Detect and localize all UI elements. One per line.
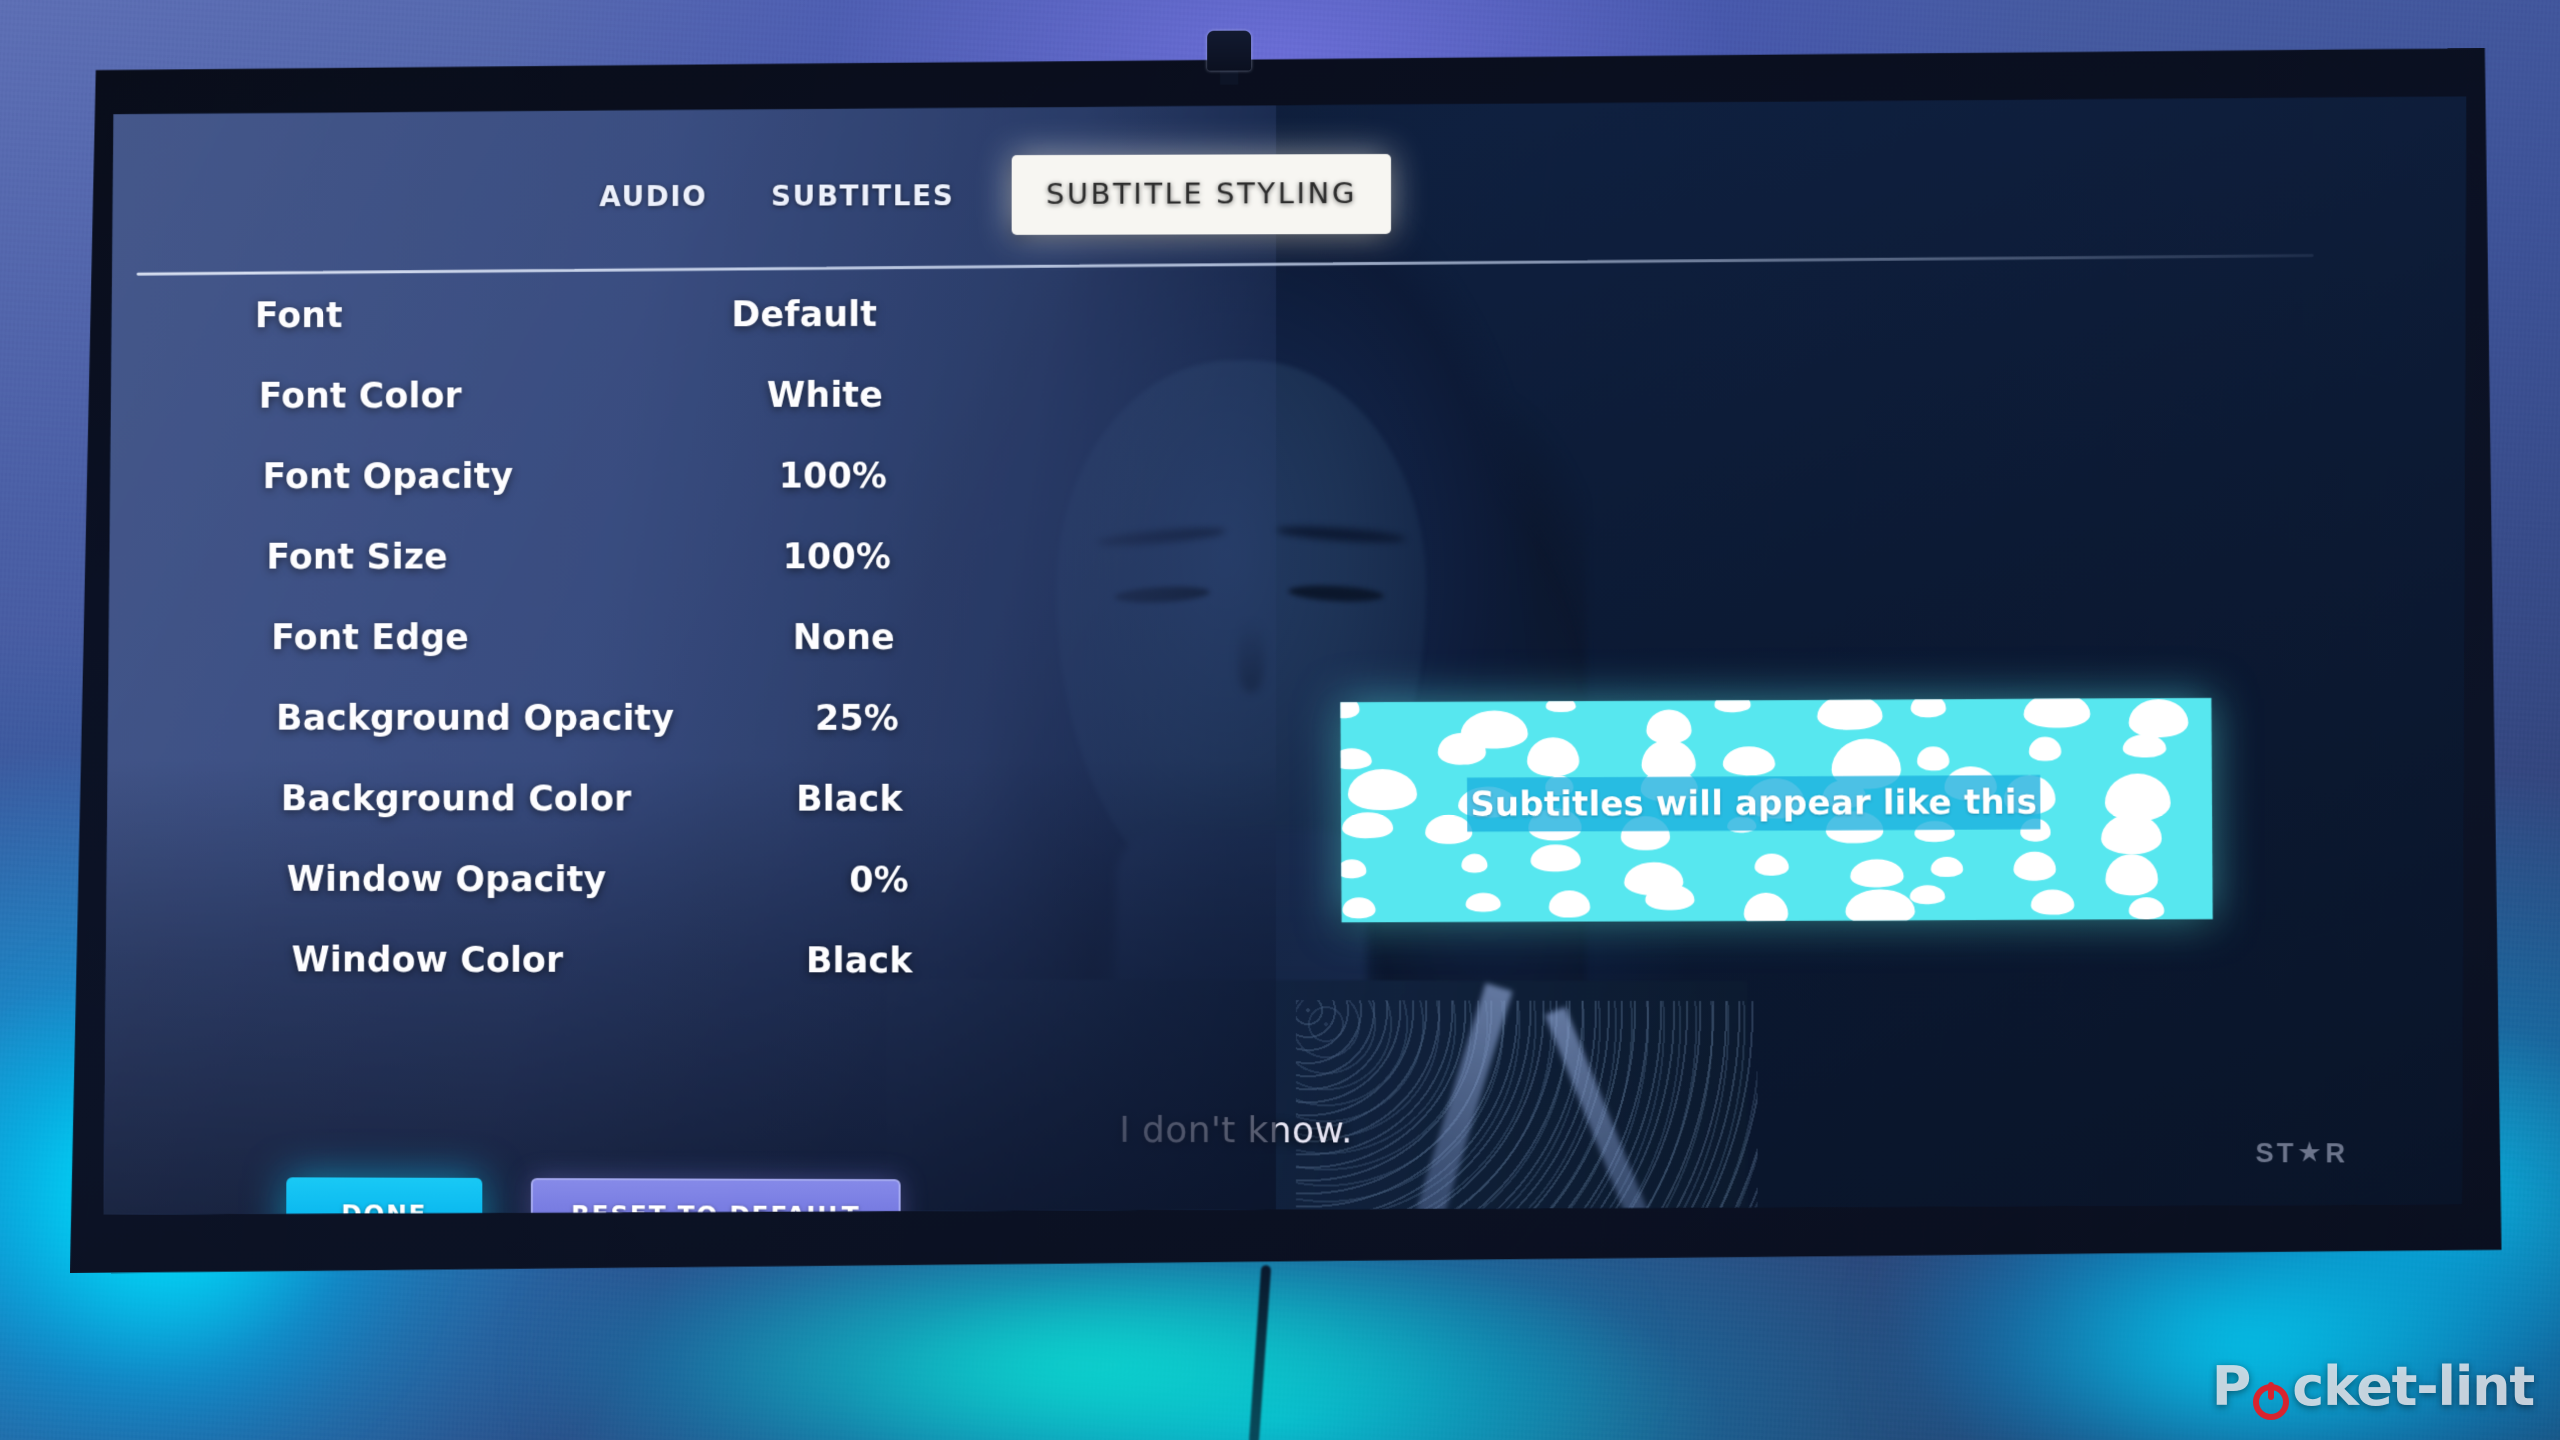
subtitle-style-preview: Subtitles will appear like this bbox=[1340, 698, 2212, 923]
cloud-shape bbox=[2029, 737, 2061, 761]
tv-screen: I don't know. ST ★ R AUDIO SUBTITLES SUB… bbox=[104, 96, 2468, 1222]
cloud-shape bbox=[1340, 748, 1372, 769]
watermark-text-prefix: P bbox=[2211, 1355, 2252, 1418]
cloud-shape bbox=[2122, 734, 2166, 758]
setting-row-window-opacity[interactable]: Window Opacity 0% bbox=[104, 863, 1216, 946]
setting-value-font-color: White bbox=[766, 375, 884, 416]
setting-value-window-color: Black bbox=[805, 941, 913, 982]
setting-label-background-color: Background Color bbox=[280, 779, 632, 820]
setting-row-font[interactable]: Font Default bbox=[105, 290, 1216, 374]
cloud-shape bbox=[1438, 733, 1486, 764]
setting-value-font-edge: None bbox=[792, 618, 895, 659]
cloud-shape bbox=[1646, 710, 1692, 744]
cloud-shape bbox=[1723, 746, 1775, 775]
television: I don't know. ST ★ R AUDIO SUBTITLES SUB… bbox=[70, 30, 2502, 1282]
cloud-shape bbox=[1466, 893, 1502, 912]
cloud-shape bbox=[1342, 812, 1394, 839]
star-channel-logo: ST ★ R bbox=[2255, 1138, 2348, 1169]
cloud-shape bbox=[2128, 898, 2164, 920]
cloud-shape bbox=[2105, 854, 2158, 895]
cloud-shape bbox=[1850, 859, 1903, 887]
cloud-shape bbox=[1846, 889, 1916, 923]
cloud-shape bbox=[1931, 857, 1963, 877]
setting-label-font-size: Font Size bbox=[266, 537, 448, 578]
setting-label-font-color: Font Color bbox=[258, 376, 462, 417]
cloud-shape bbox=[1910, 885, 1945, 904]
cloud-shape bbox=[2101, 814, 2162, 855]
setting-value-background-opacity: 25% bbox=[814, 698, 899, 739]
cloud-shape bbox=[2128, 699, 2188, 738]
setting-row-font-edge[interactable]: Font Edge None bbox=[104, 618, 1216, 700]
setting-value-font: Default bbox=[731, 295, 878, 336]
setting-label-font-opacity: Font Opacity bbox=[262, 456, 514, 498]
star-logo-prefix: ST bbox=[2255, 1137, 2297, 1169]
cloud-shape bbox=[1342, 897, 1375, 919]
power-icon bbox=[2251, 1370, 2291, 1420]
star-icon: ★ bbox=[2298, 1138, 2324, 1166]
cloud-shape bbox=[1347, 769, 1417, 810]
setting-row-background-color[interactable]: Background Color Black bbox=[104, 781, 1216, 864]
cloud-shape bbox=[1917, 746, 1949, 771]
cloud-shape bbox=[1527, 737, 1579, 776]
cloud-shape bbox=[1425, 815, 1473, 844]
star-logo-suffix: R bbox=[2325, 1138, 2349, 1169]
settings-list: Font Default Font Color White Font Opaci… bbox=[104, 290, 1216, 1028]
cloud-shape bbox=[2013, 851, 2056, 880]
cloud-shape bbox=[1549, 891, 1591, 918]
setting-value-background-color: Black bbox=[796, 779, 903, 820]
watermark-text-suffix: cket-lint bbox=[2292, 1355, 2535, 1418]
settings-tab-bar: AUDIO SUBTITLES SUBTITLE STYLING bbox=[105, 125, 2466, 263]
cloud-shape bbox=[1340, 860, 1366, 879]
setting-row-background-opacity[interactable]: Background Opacity 25% bbox=[104, 700, 1216, 782]
setting-row-window-color[interactable]: Window Color Black bbox=[104, 944, 1216, 1028]
cloud-shape bbox=[1645, 884, 1695, 910]
cloud-shape bbox=[2031, 890, 2074, 916]
setting-row-font-opacity[interactable]: Font Opacity 100% bbox=[105, 454, 1216, 537]
setting-value-window-opacity: 0% bbox=[849, 860, 909, 901]
setting-label-window-color: Window Color bbox=[291, 940, 564, 981]
preview-subtitle-text: Subtitles will appear like this bbox=[1470, 782, 2038, 825]
cloud-shape bbox=[1461, 854, 1488, 873]
cloud-shape bbox=[1911, 698, 1946, 718]
setting-row-font-size[interactable]: Font Size 100% bbox=[104, 536, 1216, 618]
setting-label-background-opacity: Background Opacity bbox=[276, 698, 675, 739]
tab-audio[interactable]: AUDIO bbox=[568, 179, 740, 212]
cloud-shape bbox=[1817, 698, 1883, 730]
setting-row-font-color[interactable]: Font Color White bbox=[105, 372, 1216, 455]
pocket-lint-watermark: P cket-lint bbox=[2211, 1355, 2535, 1420]
cloud-shape bbox=[1755, 853, 1789, 875]
setting-value-font-opacity: 100% bbox=[778, 456, 888, 497]
setting-value-font-size: 100% bbox=[782, 537, 892, 578]
camera-sensor-icon bbox=[1207, 30, 1252, 71]
cloud-shape bbox=[1714, 698, 1751, 712]
setting-label-font-edge: Font Edge bbox=[271, 618, 470, 659]
tab-subtitle-styling[interactable]: SUBTITLE STYLING bbox=[1012, 154, 1391, 235]
setting-label-font: Font bbox=[254, 296, 343, 337]
cloud-shape bbox=[2024, 698, 2091, 728]
setting-label-window-opacity: Window Opacity bbox=[286, 859, 607, 901]
cloud-shape bbox=[1744, 893, 1788, 923]
cloud-shape bbox=[1530, 844, 1580, 872]
tab-subtitles[interactable]: SUBTITLES bbox=[739, 179, 986, 213]
